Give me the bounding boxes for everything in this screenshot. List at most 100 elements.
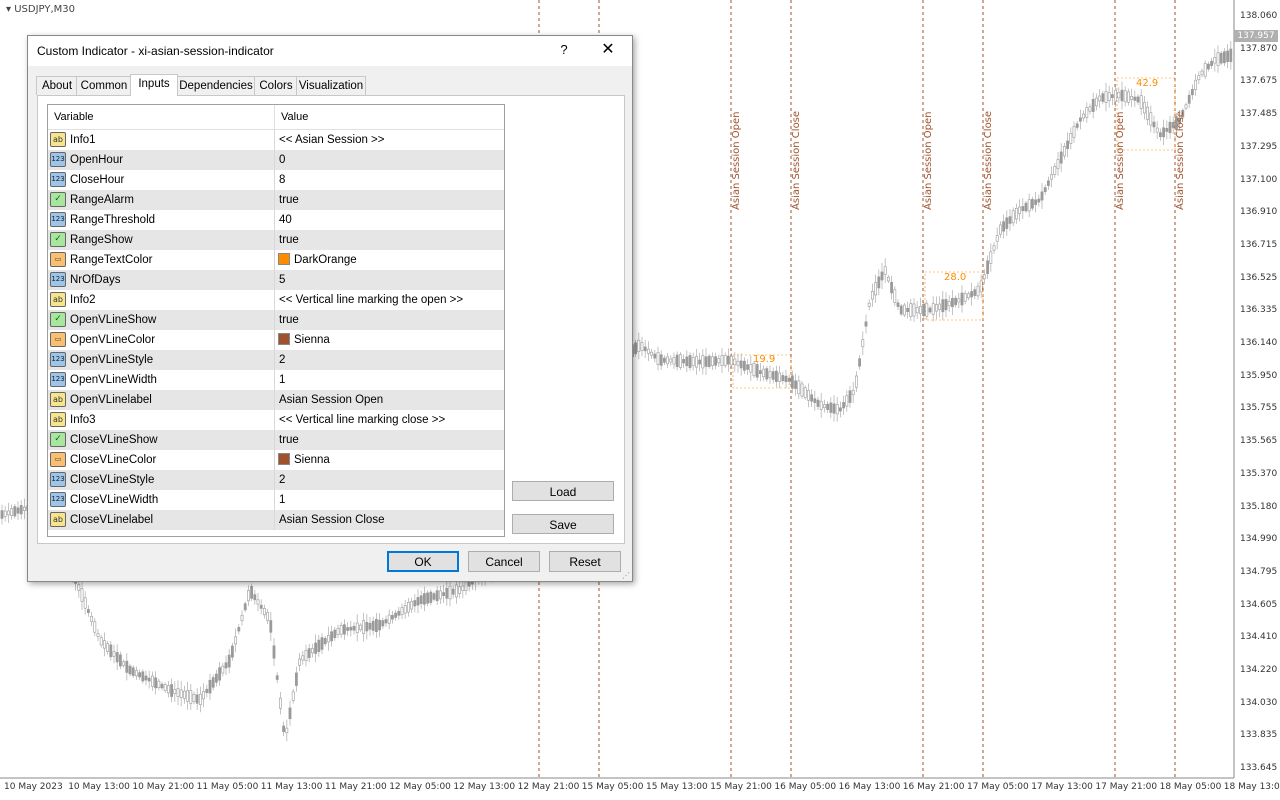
input-row[interactable]: ab OpenVLinelabel Asian Session Open [48,390,504,410]
input-row[interactable]: ✓ OpenVLineShow true [48,310,504,330]
input-row[interactable]: ▭ CloseVLineColor Sienna [48,450,504,470]
session-close-label: Asian Session Close [983,110,994,210]
value-cell[interactable]: Sienna [275,450,504,470]
column-header-value[interactable]: Value [275,105,504,129]
input-row[interactable]: ab Info3 << Vertical line marking close >> [48,410,504,430]
input-row[interactable]: 123 CloseVLineWidth 1 [48,490,504,510]
time-tick-label: 15 May 13:00 [646,782,708,792]
candle-body [163,684,167,691]
value-cell[interactable]: 1 [275,370,504,390]
input-row[interactable]: 123 RangeThreshold 40 [48,210,504,230]
value-cell[interactable]: << Asian Session >> [275,130,504,150]
value-cell[interactable]: 1 [275,490,504,510]
candle-body [1155,127,1159,133]
tab-about[interactable]: About [36,76,78,95]
value-cell[interactable]: 40 [275,210,504,230]
time-tick-label: 16 May 13:00 [838,782,901,792]
candle-body [352,626,356,631]
candle-body [1043,187,1047,192]
candle-body [442,592,446,596]
candle-body [422,593,426,605]
time-tick-label: 15 May 21:00 [710,782,772,792]
candle-body [701,355,705,369]
candle-body [106,643,110,652]
tab-inputs[interactable]: Inputs [130,74,178,96]
candle-body [371,620,375,631]
candle-body [454,584,458,598]
candle-body [147,677,151,682]
input-row[interactable]: 123 OpenHour 0 [48,150,504,170]
value-cell[interactable]: Sienna [275,330,504,350]
cancel-button[interactable]: Cancel [468,551,540,572]
input-row[interactable]: ▭ OpenVLineColor Sienna [48,330,504,350]
session-range-value: 42.9 [1136,78,1159,89]
ok-button[interactable]: OK [387,551,459,572]
value-text: true [279,194,299,206]
value-cell[interactable]: << Vertical line marking close >> [275,410,504,430]
input-row[interactable]: ✓ RangeAlarm true [48,190,504,210]
value-cell[interactable]: 0 [275,150,504,170]
input-row[interactable]: 123 NrOfDays 5 [48,270,504,290]
input-row[interactable]: ab Info1 << Asian Session >> [48,130,504,150]
tab-visualization[interactable]: Visualization [296,76,366,95]
value-cell[interactable]: true [275,230,504,250]
input-row[interactable]: ▭ RangeTextColor DarkOrange [48,250,504,270]
value-cell[interactable]: Asian Session Open [275,390,504,410]
tab-common[interactable]: Common [76,76,132,95]
candle-body [874,282,878,296]
color-swatch[interactable] [278,253,290,265]
input-row[interactable]: 123 OpenVLineStyle 2 [48,350,504,370]
value-cell[interactable]: 2 [275,470,504,490]
candle-body [349,626,353,631]
resize-grip-icon[interactable]: ⋰ [622,571,630,580]
value-cell[interactable]: 2 [275,350,504,370]
value-cell[interactable]: 8 [275,170,504,190]
candle-body [397,610,401,616]
candle-body [1063,146,1066,157]
value-cell[interactable]: Asian Session Close [275,510,504,530]
candle-body [1226,50,1230,62]
save-button[interactable]: Save [512,514,614,534]
load-button[interactable]: Load [512,481,614,501]
close-button[interactable]: ✕ [598,39,618,61]
value-cell[interactable]: << Vertical line marking the open >> [275,290,504,310]
color-swatch[interactable] [278,333,290,345]
variable-cell: 123 OpenVLineStyle [48,350,275,370]
input-row[interactable]: 123 CloseVLineStyle 2 [48,470,504,490]
candle-body [1014,207,1018,220]
input-row[interactable]: 123 CloseHour 8 [48,170,504,190]
candle-body [707,355,711,367]
dialog-title-bar[interactable]: Custom Indicator - xi-asian-session-indi… [28,36,632,66]
inputs-grid[interactable]: Variable Value ab Info1 << Asian Session >… [47,104,505,537]
candle-body [1031,199,1034,209]
value-cell[interactable]: true [275,190,504,210]
color-swatch[interactable] [278,453,290,465]
candle-body [355,622,359,634]
input-row[interactable]: ab CloseVLinelabel Asian Session Close [48,510,504,530]
reset-button[interactable]: Reset [549,551,621,572]
value-cell[interactable]: 5 [275,270,504,290]
candle-body [893,289,897,303]
variable-name: CloseVLinelabel [70,514,154,526]
help-button[interactable]: ? [558,42,570,60]
input-row[interactable]: ✓ RangeShow true [48,230,504,250]
column-header-variable[interactable]: Variable [48,105,275,129]
candle-body [714,356,718,366]
candle-body [80,588,84,602]
collapse-arrow-icon[interactable]: ▾ [6,4,11,15]
input-row[interactable]: ✓ CloseVLineShow true [48,430,504,450]
candle-body [1139,95,1143,109]
candle-body [650,351,654,356]
input-row[interactable]: ab Info2 << Vertical line marking the open… [48,290,504,310]
tab-colors[interactable]: Colors [254,76,298,95]
custom-indicator-dialog[interactable]: Custom Indicator - xi-asian-session-indi… [27,35,633,582]
candle-body [183,690,186,699]
input-row[interactable]: 123 OpenVLineWidth 1 [48,370,504,390]
integer-type-icon: 123 [50,372,66,387]
value-cell[interactable]: true [275,430,504,450]
candle-body [346,627,350,631]
tab-dependencies[interactable]: Dependencies [176,76,256,95]
value-cell[interactable]: true [275,310,504,330]
candle-body [103,640,106,649]
value-cell[interactable]: DarkOrange [275,250,504,270]
